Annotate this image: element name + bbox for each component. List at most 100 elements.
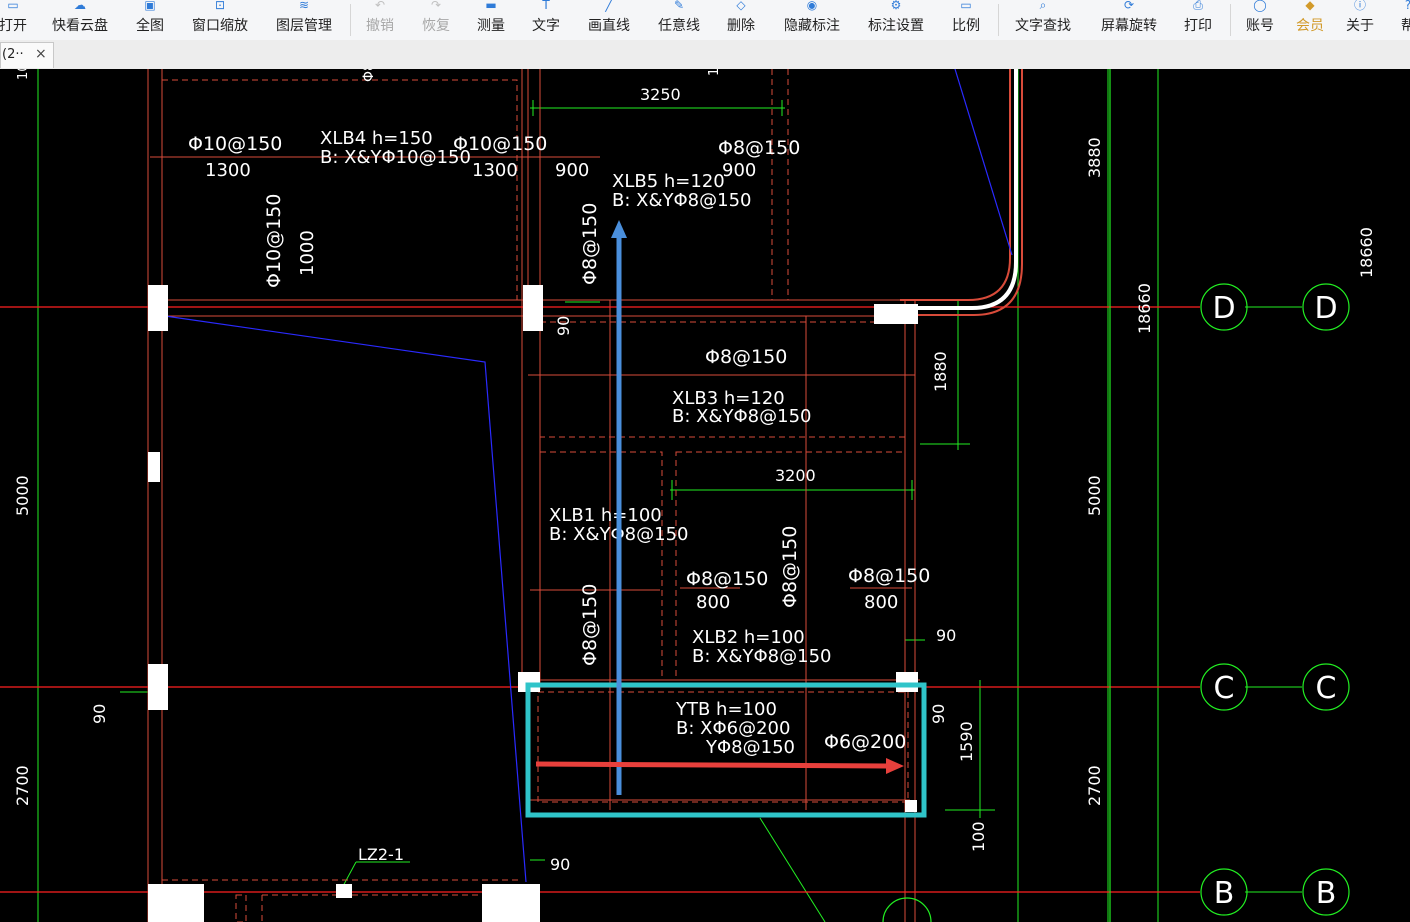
document-tab[interactable]: (2·· ×	[0, 42, 54, 68]
axis-label-d: D	[1314, 291, 1337, 326]
redo-button[interactable]: ↷ 恢复	[418, 0, 454, 40]
axis-label-d: D	[1212, 291, 1235, 326]
eye-icon: ◉	[806, 0, 818, 12]
rotate-icon: ⟳	[1123, 0, 1135, 12]
settings-icon: ⚙	[890, 0, 902, 12]
dim-text: 1000	[297, 230, 318, 276]
slab-label: B: X&YΦ8@150	[692, 646, 831, 667]
rebar-text: Φ8@150	[779, 526, 801, 608]
layers-icon: ≋	[298, 0, 310, 12]
printer-icon: ⎙	[1193, 0, 1203, 12]
dim-text: 90	[936, 626, 956, 645]
dim-text: 5000	[1085, 475, 1104, 516]
rebar-text: Φ8@150	[579, 584, 601, 666]
axis-label-b: B	[1316, 876, 1337, 911]
draw-line-button[interactable]: ╱ 画直线	[584, 0, 634, 40]
rebar-text: Φ8@150	[361, 69, 377, 82]
dim-text: 800	[864, 592, 898, 613]
document-tab-title: (2··	[2, 47, 24, 62]
dim-text: 1590	[957, 721, 976, 762]
freehand-line-button[interactable]: ✎ 任意线	[654, 0, 704, 40]
about-button[interactable]: ⓘ 关于	[1342, 0, 1378, 40]
document-tab-bar: (2·· ×	[0, 40, 1410, 70]
help-button[interactable]: ?帮	[1398, 0, 1410, 40]
info-icon: ⓘ	[1353, 0, 1366, 12]
rebar-text: Φ10@150	[263, 194, 285, 288]
ruler-icon: ▬	[485, 0, 497, 12]
dim-text: 90	[550, 855, 570, 874]
zoom-window-button[interactable]: ⊡ 窗口缩放	[186, 0, 254, 40]
close-icon[interactable]: ×	[35, 46, 47, 62]
slab-label: B: XΦ6@200	[676, 718, 790, 739]
rebar-text: Φ10@150	[188, 133, 282, 155]
find-text-icon: ⌕	[1039, 0, 1047, 12]
dim-text: 10	[16, 69, 31, 80]
dim-text: 800	[696, 592, 730, 613]
slab-label: B: X&YΦ8@150	[612, 190, 751, 211]
rotate-screen-button[interactable]: ⟳ 屏幕旋转	[1096, 0, 1162, 40]
full-view-button[interactable]: ▣ 全图	[130, 0, 170, 40]
rebar-text: Φ8@150	[848, 565, 930, 587]
text-icon: T	[542, 0, 550, 12]
cloud-disk-button[interactable]: ☁ 快看云盘	[46, 0, 114, 40]
cloud-icon: ☁	[74, 0, 86, 12]
rebar-text: Φ8@150	[579, 203, 601, 285]
delete-button[interactable]: ◇ 删除	[722, 0, 760, 40]
axis-label-b: B	[1214, 876, 1235, 911]
slab-label: YTB h=100	[675, 699, 777, 720]
dim-text: 1300	[205, 160, 251, 181]
slab-label: B: X&YΦ10@150	[320, 147, 471, 168]
dim-text: 900	[722, 160, 756, 181]
measure-button[interactable]: ▬ 测量	[472, 0, 510, 40]
axis-label-c: C	[1316, 671, 1337, 706]
toolbar-separator	[1230, 4, 1231, 36]
zoom-window-icon: ⊡	[214, 0, 226, 12]
rebar-text: Φ8@150	[705, 346, 787, 368]
find-text-button[interactable]: ⌕ 文字查找	[1010, 0, 1076, 40]
dim-text: 2700	[13, 765, 32, 806]
line-icon: ╱	[605, 0, 613, 12]
slab-label: B: X&YΦ8@150	[672, 406, 811, 427]
account-button[interactable]: ◯ 账号	[1242, 0, 1278, 40]
dim-text: 1880	[931, 351, 950, 392]
dim-text: 90	[554, 316, 573, 336]
dim-text: 1300	[472, 160, 518, 181]
slab-label: XLB1 h=100	[549, 505, 662, 526]
hide-annotations-button[interactable]: ◉ 隐藏标注	[780, 0, 844, 40]
drawing-canvas[interactable]: D D C C B B 3250 900 900 1300 1300 3200 …	[0, 69, 1410, 922]
open-button[interactable]: ▭ 打开	[0, 0, 28, 40]
layer-manager-button[interactable]: ≋ 图层管理	[270, 0, 338, 40]
eraser-icon: ◇	[736, 0, 746, 12]
rebar-text: Φ8@150	[718, 137, 800, 159]
help-icon: ?	[1398, 0, 1410, 12]
dim-text: 900	[555, 160, 589, 181]
dim-text: 100	[969, 821, 988, 852]
slab-label: XLB5 h=120	[612, 171, 725, 192]
toolbar-separator	[998, 4, 999, 36]
slab-label: YΦ8@150	[705, 737, 795, 758]
dim-text: 3880	[1085, 137, 1104, 178]
dim-text: 18660	[1357, 227, 1376, 278]
rebar-text: Φ6@200	[824, 731, 906, 753]
scale-icon: ▭	[960, 0, 972, 12]
toolbar-separator	[350, 4, 351, 36]
dim-text: 3250	[640, 85, 681, 104]
slab-label: XLB4 h=150	[320, 128, 433, 149]
user-icon: ◯	[1253, 0, 1267, 12]
vip-icon: ◆	[1305, 0, 1315, 12]
toolbar: ▭ 打开 ☁ 快看云盘 ▣ 全图 ⊡ 窗口缩放 ≋ 图层管理 ↶ 撤销 ↷ 恢复 ▬ 测量 T文…	[0, 0, 1410, 41]
rebar-text: Φ8@150	[686, 568, 768, 590]
undo-button[interactable]: ↶ 撤销	[362, 0, 398, 40]
slab-label: XLB2 h=100	[692, 627, 805, 648]
print-button[interactable]: ⎙ 打印	[1180, 0, 1216, 40]
column-label: LZ2-1	[358, 845, 404, 864]
axis-label-c: C	[1214, 671, 1235, 706]
text-button[interactable]: T 文字	[528, 0, 564, 40]
annotation-settings-button[interactable]: ⚙ 标注设置	[864, 0, 928, 40]
folder-open-icon: ▭	[7, 0, 19, 12]
vip-button[interactable]: ◆ 会员	[1292, 0, 1328, 40]
dim-text: 5000	[13, 475, 32, 516]
redo-icon: ↷	[430, 0, 442, 12]
full-view-icon: ▣	[144, 0, 156, 12]
scale-button[interactable]: ▭ 比例	[948, 0, 984, 40]
